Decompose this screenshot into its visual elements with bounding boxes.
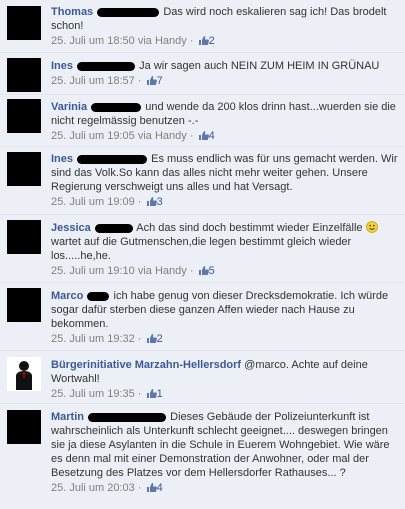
redacted-name (88, 412, 167, 422)
avatar[interactable] (7, 152, 41, 186)
comment-time[interactable]: 25. Juli um 18:57 (51, 75, 135, 87)
comment-via: via Handy (137, 130, 187, 142)
like-count[interactable]: 5 (197, 265, 215, 277)
comment-item: Varinia und wende da 200 klos drinn hast… (0, 95, 405, 147)
comment-time[interactable]: 25. Juli um 18:50 (51, 35, 135, 47)
redacted-name (87, 291, 110, 301)
like-count[interactable]: 1 (145, 388, 163, 400)
comment-via: via Handy (137, 265, 187, 277)
like-count[interactable]: 7 (145, 75, 163, 87)
comment-author[interactable]: Jessica (51, 222, 91, 234)
comment-time[interactable]: 25. Juli um 19:10 (51, 265, 135, 277)
smiley-icon (365, 221, 378, 233)
thumbs-up-icon (146, 197, 157, 206)
thumbs-up-icon (146, 334, 157, 343)
comment-item: Marco ich habe genug von dieser Drecksde… (0, 283, 405, 351)
comment-time[interactable]: 25. Juli um 19:32 (51, 333, 135, 345)
comment-meta: 25. Juli um 19:10 via Handy · 5 (51, 265, 215, 277)
comment-item: Thomas Das wird noch eskalieren sag ich!… (0, 0, 405, 53)
comment-text: Ach das sind doch bestimmt wieder Einzel… (136, 222, 363, 234)
comment-text: Ja wir sagen auch NEIN ZUM HEIM IN GRÜNA… (139, 60, 380, 72)
like-count[interactable]: 2 (197, 35, 215, 47)
thumbs-up-icon (146, 483, 157, 492)
avatar[interactable] (7, 6, 41, 40)
redacted-name (97, 7, 160, 17)
comment-time[interactable]: 25. Juli um 19:05 (51, 130, 135, 142)
comment-author[interactable]: Marco (51, 290, 83, 302)
comment-text-continued: wartet auf die Gutmenschen,die legen bes… (51, 236, 352, 262)
comment-item: Jessica Ach das sind doch bestimmt wiede… (0, 215, 405, 283)
comment-item: Martin Dieses Gebäude der Polizeiunterku… (0, 404, 405, 509)
thumbs-up-icon (146, 76, 157, 85)
comment-meta: 25. Juli um 19:32 · 2 (51, 333, 163, 345)
avatar[interactable] (7, 410, 41, 444)
comment-time[interactable]: 25. Juli um 19:35 (51, 388, 135, 400)
thumbs-up-icon (198, 36, 209, 45)
thumbs-up-icon (146, 389, 157, 398)
like-count[interactable]: 4 (145, 482, 163, 494)
avatar[interactable] (7, 288, 41, 322)
redacted-name (94, 223, 133, 233)
comment-via: via Handy (137, 35, 187, 47)
comment-time[interactable]: 25. Juli um 19:09 (51, 196, 135, 208)
avatar[interactable] (7, 58, 41, 92)
comment-meta: 25. Juli um 18:57 · 7 (51, 75, 163, 87)
comment-meta: 25. Juli um 19:05 via Handy · 4 (51, 130, 215, 142)
like-count[interactable]: 4 (197, 130, 215, 142)
like-count[interactable]: 2 (145, 333, 163, 345)
comment-meta: 25. Juli um 19:35 · 1 (51, 388, 163, 400)
person-silhouette-icon (7, 357, 41, 391)
like-count[interactable]: 3 (145, 196, 163, 208)
comment-item: Ines Ja wir sagen auch NEIN ZUM HEIM IN … (0, 53, 405, 95)
avatar[interactable] (7, 99, 41, 133)
comment-meta: 25. Juli um 20:03 · 4 (51, 482, 163, 494)
comment-meta: 25. Juli um 19:09 · 3 (51, 196, 163, 208)
comment-author[interactable]: Ines (51, 60, 73, 72)
avatar[interactable] (7, 220, 41, 254)
comment-feed: Thomas Das wird noch eskalieren sag ich!… (0, 0, 405, 509)
comment-meta: 25. Juli um 18:50 via Handy · 2 (51, 35, 215, 47)
comment-item: Ines Es muss endlich was für uns gemacht… (0, 147, 405, 215)
thumbs-up-icon (198, 131, 209, 140)
thumbs-up-icon (198, 266, 209, 275)
comment-author[interactable]: Bürgerinitiative Marzahn-Hellersdorf (51, 359, 241, 371)
comment-author[interactable]: Varinia (51, 101, 87, 113)
comment-item: Bürgerinitiative Marzahn-Hellersdorf @ma… (0, 351, 405, 404)
redacted-name (77, 61, 136, 71)
comment-author[interactable]: Thomas (51, 6, 93, 18)
comment-time[interactable]: 25. Juli um 20:03 (51, 482, 135, 494)
redacted-name (91, 102, 142, 112)
comment-author[interactable]: Martin (51, 411, 84, 423)
avatar[interactable] (7, 357, 41, 391)
comment-author[interactable]: Ines (51, 153, 73, 165)
redacted-name (77, 154, 148, 164)
